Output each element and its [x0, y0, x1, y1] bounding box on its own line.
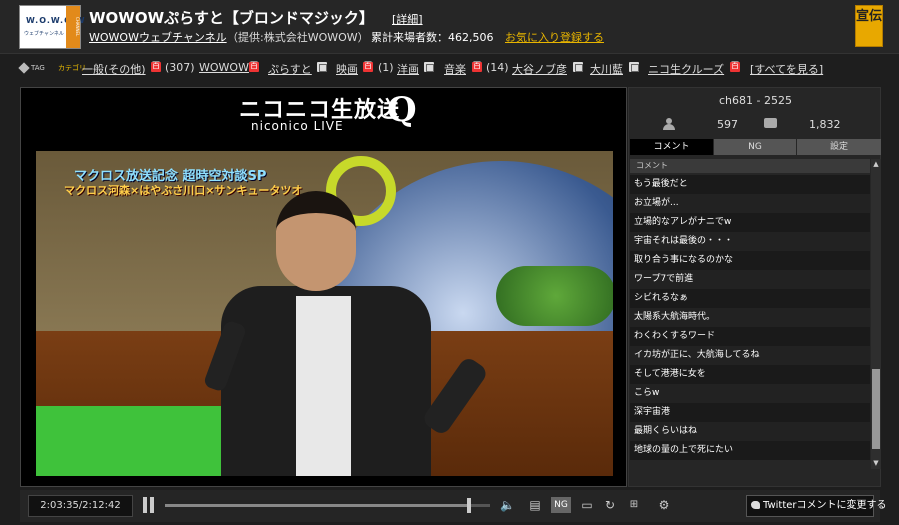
logo-sub: ウェブチャンネル	[24, 31, 64, 37]
scrollbar-thumb[interactable]	[872, 369, 880, 449]
lock-icon	[472, 60, 482, 72]
tab-comments[interactable]: コメント	[630, 139, 713, 155]
tag-label: TAG	[31, 64, 45, 72]
detail-link[interactable]: [詳細]	[392, 11, 423, 27]
comment-count: 1,832	[809, 118, 841, 131]
edit-icon	[317, 62, 327, 72]
header: W.O.W.O.W ウェブチャンネル CHANNEL WOWOWぷらすと【ブロン…	[0, 0, 899, 54]
lock-icon	[363, 60, 373, 72]
seek-bar[interactable]	[165, 498, 490, 513]
seek-progress	[165, 504, 469, 507]
tag-bar: TAG カテゴリ 一般(その他) (307) WOWOW ぷらすと 映画 (1)…	[0, 56, 899, 78]
comment-row[interactable]: お立場が...	[630, 194, 870, 213]
favorite-link[interactable]: お気に入り登録する	[505, 29, 604, 45]
comment-row[interactable]: もう最後だと	[630, 175, 870, 194]
comment-row[interactable]: 深宇宙港	[630, 403, 870, 422]
page-title: WOWOWぷらすと【ブロンドマジック】	[89, 9, 374, 27]
side-tabs: コメント NG 設定	[630, 139, 881, 155]
comment-toggle-icon[interactable]: ▤	[526, 497, 544, 513]
settings-gear-icon[interactable]: ⚙	[654, 497, 674, 513]
comment-row[interactable]: そして港港に女を	[630, 365, 870, 384]
app-icon[interactable]: ⊞	[625, 497, 643, 513]
comment-column-header: コメント	[630, 159, 870, 173]
tag-wowow[interactable]: WOWOW	[199, 61, 249, 74]
comment-row[interactable]: こらw	[630, 384, 870, 403]
comment-row[interactable]: わくわくするワード	[630, 327, 870, 346]
tag-count: (14)	[486, 61, 509, 74]
tag-category-general[interactable]: 一般(その他)	[82, 61, 146, 77]
video-caption-guests: マクロス河森×はやぶさ川口×サンキュータツオ	[64, 184, 303, 197]
tag-music[interactable]: 音楽	[444, 61, 466, 77]
edit-icon	[424, 62, 434, 72]
edit-icon	[629, 62, 639, 72]
logo-tag: CHANNEL	[66, 6, 80, 48]
ad-button-label: 宣伝	[856, 9, 883, 24]
lock-icon	[249, 60, 259, 72]
comment-list[interactable]: コメント もう最後だと お立場が... 立場的なアレがナニでw 宇宙それは最後の…	[630, 159, 881, 469]
video-frame[interactable]: マクロス放送記念 超時空対談SP マクロス河森×はやぶさ川口×サンキュータツオ	[36, 151, 613, 476]
pause-button[interactable]	[142, 497, 156, 513]
side-panel: ch681 - 2525 597 1,832 コメント NG 設定 コメント も…	[628, 87, 881, 487]
scroll-down-icon[interactable]: ▼	[872, 459, 880, 467]
tag-otani[interactable]: 大谷ノブ彦	[512, 61, 567, 77]
viewer-count: 597	[717, 118, 738, 131]
niconico-logo-banner: ニコニコ生放送 niconico LIVE Q	[21, 88, 626, 138]
plants	[496, 266, 613, 326]
player-controls: 2:03:35/2:12:42 🔈 ▤ NG ▭ ↻ ⊞ ⚙ Twitterコメ…	[20, 490, 887, 522]
twitter-icon	[751, 501, 760, 509]
nico-q-text: Q	[387, 90, 417, 130]
screen-mode-icon[interactable]: ▭	[577, 497, 597, 513]
comment-row[interactable]: 立場的なアレがナニでw	[630, 213, 870, 232]
ad-button[interactable]: 宣伝	[855, 5, 883, 47]
comment-row[interactable]: 最期くらいはね	[630, 422, 870, 441]
edit-icon	[573, 62, 583, 72]
scroll-up-icon[interactable]: ▲	[872, 160, 880, 168]
channel-id: ch681 - 2525	[719, 94, 792, 107]
comment-scrollbar[interactable]: ▲ ▼	[871, 159, 881, 469]
provider-text: （提供:株式会社WOWOW）	[227, 31, 369, 44]
tab-settings[interactable]: 設定	[797, 139, 881, 155]
comment-row[interactable]: 宇宙それは最後の・・・	[630, 232, 870, 251]
tag-movie[interactable]: 映画	[336, 61, 358, 77]
comment-row[interactable]: 取り合う事になるのかな	[630, 251, 870, 270]
comment-count-icon	[764, 118, 777, 128]
comment-row[interactable]: 太陽系大航海時代。	[630, 308, 870, 327]
tag-see-all[interactable]: [すべてを見る]	[750, 61, 823, 77]
tag-nico-cruise[interactable]: ニコ生クルーズ	[648, 61, 724, 77]
app-root: W.O.W.O.W ウェブチャンネル CHANNEL WOWOWぷらすと【ブロン…	[0, 0, 899, 525]
tag-plast[interactable]: ぷらすと	[268, 61, 312, 77]
ng-filter-icon[interactable]: NG	[551, 497, 571, 513]
twitter-button-label: Twitterコメントに変更する	[763, 500, 887, 511]
tag-count: (307)	[165, 61, 195, 74]
tag-foreign-movie[interactable]: 洋画	[397, 61, 419, 77]
comment-row[interactable]: シビれるなぁ	[630, 289, 870, 308]
tag-icon: TAG	[18, 62, 52, 74]
speaker-head	[276, 191, 356, 291]
comment-row[interactable]: 地球の量の上で死にたい	[630, 441, 870, 460]
tag-okawa[interactable]: 大川藍	[590, 61, 623, 77]
comment-row[interactable]: イカ坊が正に、大航海してるね	[630, 346, 870, 365]
visitor-count: 累計来場者数：462,506	[371, 31, 494, 44]
lock-icon	[151, 60, 161, 72]
seek-handle[interactable]	[466, 498, 471, 513]
viewer-icon	[663, 118, 675, 130]
time-display: 2:03:35/2:12:42	[28, 495, 133, 517]
tag-count: (1)	[378, 61, 394, 74]
twitter-comment-button[interactable]: Twitterコメントに変更する	[746, 495, 887, 517]
nico-live-text: niconico LIVE	[251, 119, 344, 133]
video-player[interactable]: ニコニコ生放送 niconico LIVE Q マクロス放送記念 超時空対談SP…	[20, 87, 627, 487]
speaker-shirt	[296, 296, 351, 476]
volume-icon[interactable]: 🔈	[500, 497, 515, 513]
lock-icon	[730, 60, 740, 72]
tab-ng[interactable]: NG	[714, 139, 796, 155]
channel-logo[interactable]: W.O.W.O.W ウェブチャンネル CHANNEL	[19, 5, 85, 49]
comment-row[interactable]: ワープ7で前進	[630, 270, 870, 289]
channel-link[interactable]: WOWOWウェブチャンネル	[89, 29, 227, 45]
reload-icon[interactable]: ↻	[602, 497, 618, 513]
